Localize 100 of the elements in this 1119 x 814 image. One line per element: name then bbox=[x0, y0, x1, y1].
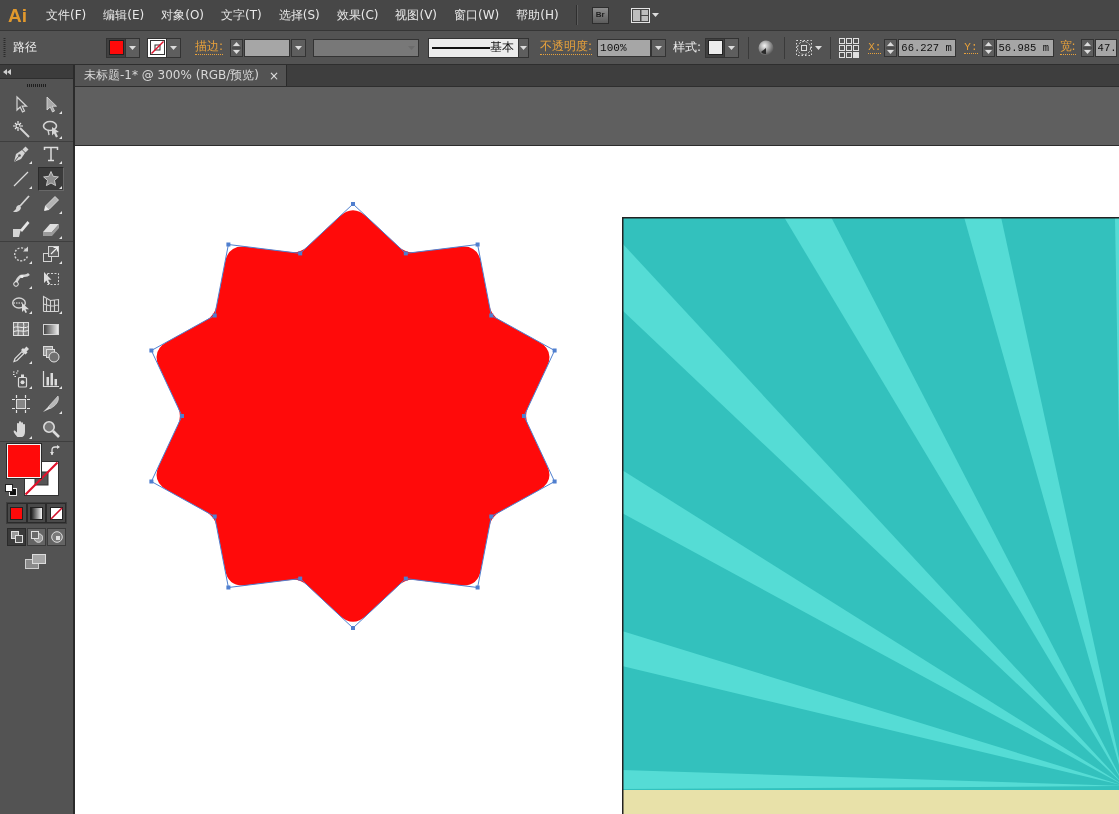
caret-icon bbox=[129, 45, 136, 50]
y-position-link[interactable]: Y: bbox=[964, 40, 978, 55]
blob-brush-icon bbox=[12, 220, 30, 238]
app-logo: Ai bbox=[8, 5, 27, 25]
menu-item[interactable]: 窗口(W) bbox=[454, 7, 500, 23]
knife-icon bbox=[42, 395, 60, 413]
dropdown-button[interactable] bbox=[651, 38, 667, 57]
star-icon bbox=[42, 170, 60, 188]
caret-icon bbox=[295, 45, 303, 50]
y-position-field[interactable]: 56.985 m bbox=[995, 38, 1054, 57]
anchor-point[interactable] bbox=[475, 242, 480, 247]
magic-wand-icon bbox=[12, 120, 30, 138]
mesh-icon bbox=[12, 320, 30, 338]
window-layout-icon bbox=[630, 7, 650, 23]
grip-icon bbox=[26, 84, 47, 87]
stroke-color-dropdown[interactable] bbox=[147, 37, 181, 58]
swap-arrows-icon[interactable] bbox=[50, 445, 61, 456]
anchor-point[interactable] bbox=[226, 242, 231, 247]
stepper-button[interactable] bbox=[981, 38, 995, 57]
color-mode-button[interactable] bbox=[26, 503, 47, 523]
stroke-weight-field[interactable] bbox=[244, 38, 291, 57]
default-colors-icon[interactable] bbox=[5, 484, 17, 496]
double-arrow-icon bbox=[3, 68, 11, 75]
anchor-point[interactable] bbox=[489, 514, 494, 519]
caret-icon bbox=[815, 45, 823, 50]
shape-builder-icon bbox=[12, 295, 30, 313]
stepper-button[interactable] bbox=[1080, 38, 1094, 57]
anchor-point[interactable] bbox=[212, 313, 217, 318]
stroke-panel-link[interactable]: 描边: bbox=[195, 40, 224, 55]
anchor-point[interactable] bbox=[552, 348, 557, 353]
caret-icon bbox=[651, 13, 659, 17]
x-position-field[interactable]: 66.227 m bbox=[898, 38, 957, 57]
draw-normal-icon bbox=[10, 531, 23, 543]
tool-button[interactable] bbox=[38, 167, 64, 191]
opacity-panel-link[interactable]: 不透明度: bbox=[540, 40, 593, 55]
stepper-button[interactable] bbox=[230, 38, 244, 57]
selection-type-label: 路径 bbox=[13, 40, 37, 55]
workspace-layout-button[interactable] bbox=[630, 7, 659, 23]
eyedropper-icon bbox=[12, 345, 30, 363]
dropdown-button[interactable] bbox=[291, 38, 307, 57]
close-button[interactable]: × bbox=[269, 69, 280, 82]
draw-mode-button[interactable] bbox=[7, 528, 26, 546]
none-swatch-icon bbox=[49, 506, 63, 520]
stepper-arrows-icon bbox=[1082, 40, 1092, 55]
anchor-point[interactable] bbox=[149, 479, 154, 484]
menu-item[interactable]: 效果(C) bbox=[336, 7, 379, 23]
draw-inside-icon bbox=[50, 531, 63, 543]
color-wheel-icon[interactable] bbox=[758, 39, 775, 56]
fill-color-swatch[interactable] bbox=[7, 444, 41, 478]
anchor-point[interactable] bbox=[226, 585, 231, 590]
line-sample-icon bbox=[432, 46, 491, 49]
anchor-point[interactable] bbox=[212, 514, 217, 519]
stroke-style-dropdown[interactable]: 基本 bbox=[428, 37, 530, 58]
caret-icon bbox=[655, 45, 663, 50]
gradient-swatch-icon bbox=[30, 506, 43, 520]
x-position-link[interactable]: X: bbox=[868, 40, 882, 55]
paintbrush-icon bbox=[12, 195, 30, 213]
transform-icon bbox=[796, 39, 813, 56]
draw-behind-icon bbox=[30, 531, 43, 543]
style-swatch-icon bbox=[707, 40, 723, 55]
anchor-point[interactable] bbox=[475, 585, 480, 590]
caret-icon bbox=[520, 45, 528, 50]
stepper-button[interactable] bbox=[884, 38, 898, 57]
menu-item[interactable]: 编辑(E) bbox=[103, 7, 145, 23]
perspective-grid-icon bbox=[42, 295, 60, 313]
stepper-arrows-icon bbox=[232, 40, 242, 55]
transform-button[interactable] bbox=[796, 39, 823, 56]
anchor-point[interactable] bbox=[489, 313, 494, 318]
pen-nib-icon bbox=[12, 145, 30, 163]
free-transform-icon bbox=[42, 270, 60, 288]
magnifier-icon bbox=[42, 420, 60, 438]
anchor-point[interactable] bbox=[149, 348, 154, 353]
pencil-icon bbox=[42, 195, 60, 213]
collapse-button[interactable] bbox=[3, 68, 11, 75]
menu-item[interactable]: 文件(F) bbox=[46, 7, 87, 23]
width-field[interactable]: 47. bbox=[1094, 38, 1117, 57]
menu-item[interactable]: 帮助(H) bbox=[516, 7, 559, 23]
draw-mode-button[interactable] bbox=[27, 528, 46, 546]
menu-item[interactable]: 视图(V) bbox=[395, 7, 438, 23]
puppet-warp-icon bbox=[12, 270, 30, 288]
draw-mode-button[interactable] bbox=[47, 528, 66, 546]
bridge-button[interactable]: Br bbox=[591, 6, 609, 24]
color-mode-button[interactable] bbox=[46, 503, 66, 523]
document-tab[interactable]: 未标题-1* @ 300% (RGB/预览) × bbox=[75, 65, 288, 86]
rotate-icon bbox=[12, 245, 30, 263]
screen-mode-button[interactable] bbox=[24, 552, 47, 571]
menu-item[interactable]: 对象(O) bbox=[161, 7, 205, 23]
menu-item[interactable]: 文字(T) bbox=[221, 7, 262, 23]
spray-can-icon bbox=[12, 370, 30, 388]
menu-item[interactable]: 选择(S) bbox=[278, 7, 320, 23]
opacity-field[interactable]: 100% bbox=[597, 38, 652, 57]
bar-chart-icon bbox=[42, 370, 60, 388]
fill-color-dropdown[interactable] bbox=[106, 37, 140, 58]
scale-icon bbox=[42, 245, 60, 263]
overlapping-windows-icon bbox=[25, 554, 46, 569]
grip-icon bbox=[3, 37, 6, 58]
anchor-point[interactable] bbox=[552, 479, 557, 484]
graphic-style-dropdown[interactable] bbox=[705, 37, 740, 58]
width-link[interactable]: 宽: bbox=[1059, 40, 1076, 55]
reference-point-icon[interactable] bbox=[839, 37, 860, 58]
